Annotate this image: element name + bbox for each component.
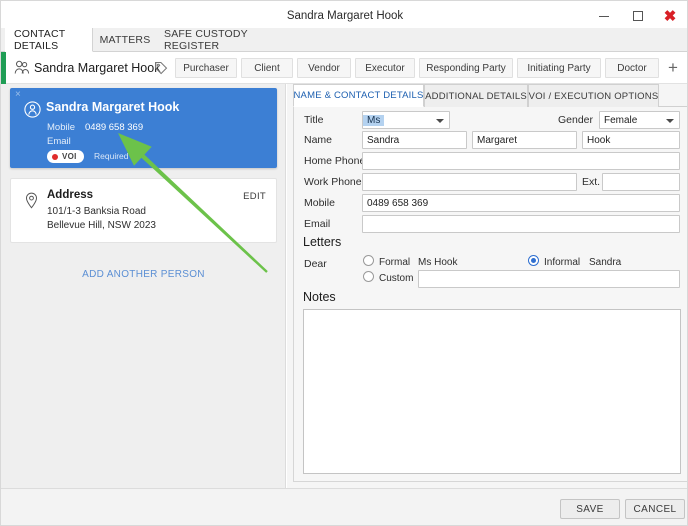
person-card-close-icon[interactable]: × bbox=[15, 90, 21, 100]
middle-name-input[interactable] bbox=[472, 131, 577, 149]
role-button-purchaser[interactable]: Purchaser bbox=[175, 58, 237, 78]
maximize-button[interactable] bbox=[621, 1, 655, 31]
person-card-name: Sandra Margaret Hook bbox=[46, 100, 179, 114]
main-tab-contact-details[interactable]: CONTACT DETAILS bbox=[5, 28, 93, 52]
contacts-icon bbox=[14, 60, 30, 80]
gender-label: Gender bbox=[558, 114, 593, 126]
main-tab-matters[interactable]: MATTERS bbox=[97, 28, 153, 52]
person-card[interactable]: × Sandra Margaret Hook Mobile 0489 658 3… bbox=[10, 88, 277, 168]
mobile-input[interactable] bbox=[362, 194, 680, 212]
title-select[interactable]: Ms bbox=[362, 111, 450, 129]
minimize-button[interactable] bbox=[587, 1, 621, 31]
role-button-initiating-party[interactable]: Initiating Party bbox=[517, 58, 601, 78]
custom-radio[interactable] bbox=[363, 271, 374, 282]
details-panel: NAME & CONTACT DETAILSADDITIONAL DETAILS… bbox=[287, 84, 688, 488]
informal-radio[interactable] bbox=[528, 255, 539, 266]
main-tab-strip: CONTACT DETAILSMATTERSSAFE CUSTODY REGIS… bbox=[1, 28, 688, 52]
details-tab-voi-execution-options[interactable]: VOI / EXECUTION OPTIONS bbox=[528, 84, 659, 107]
gender-select[interactable]: Female bbox=[599, 111, 680, 129]
footer-bar: SAVE CANCEL bbox=[1, 488, 688, 526]
dear-label: Dear bbox=[304, 258, 327, 270]
address-edit-button[interactable]: EDIT bbox=[243, 191, 266, 202]
close-icon: ✖ bbox=[664, 9, 677, 24]
letters-heading: Letters bbox=[303, 235, 341, 249]
accent-strip bbox=[1, 52, 6, 84]
home-phone-input[interactable] bbox=[362, 152, 680, 170]
address-line-1: 101/1-3 Banksia Road bbox=[47, 206, 146, 217]
save-button[interactable]: SAVE bbox=[560, 499, 620, 519]
gender-value: Female bbox=[600, 115, 641, 126]
role-button-doctor[interactable]: Doctor bbox=[605, 58, 659, 78]
title-value: Ms bbox=[363, 115, 384, 126]
role-button-client[interactable]: Client bbox=[241, 58, 293, 78]
work-phone-label: Work Phone bbox=[304, 176, 362, 188]
chevron-down-icon bbox=[436, 119, 444, 123]
informal-value: Sandra bbox=[589, 257, 621, 268]
cancel-button[interactable]: CANCEL bbox=[625, 499, 685, 519]
person-card-email-label: Email bbox=[47, 136, 71, 147]
custom-salutation-input[interactable] bbox=[418, 270, 680, 288]
voi-badge-label: VOI bbox=[62, 152, 77, 161]
role-button-vendor[interactable]: Vendor bbox=[297, 58, 351, 78]
formal-radio[interactable] bbox=[363, 255, 374, 266]
role-toolbar: Sandra Margaret Hook + PurchaserClientVe… bbox=[1, 52, 688, 84]
main-tab-safe-custody-register[interactable]: SAFE CUSTODY REGISTER bbox=[155, 28, 273, 52]
maximize-icon bbox=[633, 11, 643, 21]
voi-status-text: Required bbox=[94, 150, 129, 163]
contact-details-window: Sandra Margaret Hook ✖ CONTACT DETAILSMA… bbox=[0, 0, 688, 526]
people-sidebar: × Sandra Margaret Hook Mobile 0489 658 3… bbox=[1, 84, 286, 488]
informal-label: Informal bbox=[544, 257, 580, 268]
role-button-executor[interactable]: Executor bbox=[355, 58, 415, 78]
title-label: Title bbox=[304, 114, 323, 126]
mobile-label: Mobile bbox=[304, 197, 335, 209]
details-tab-additional-details[interactable]: ADDITIONAL DETAILS bbox=[424, 84, 528, 107]
formal-value: Ms Hook bbox=[418, 257, 457, 268]
work-phone-input[interactable] bbox=[362, 173, 577, 191]
person-card-mobile-value: 0489 658 369 bbox=[85, 122, 143, 133]
tag-icon[interactable] bbox=[154, 61, 168, 80]
title-bar: Sandra Margaret Hook ✖ bbox=[1, 1, 688, 31]
notes-textarea[interactable] bbox=[303, 309, 681, 474]
location-pin-icon bbox=[24, 192, 39, 214]
first-name-input[interactable] bbox=[362, 131, 467, 149]
address-card[interactable]: Address EDIT 101/1-3 Banksia Road Bellev… bbox=[10, 178, 277, 243]
custom-label: Custom bbox=[379, 273, 413, 284]
address-card-title: Address bbox=[47, 189, 93, 201]
email-input[interactable] bbox=[362, 215, 680, 233]
window-title: Sandra Margaret Hook bbox=[1, 1, 688, 31]
details-tab-name-contact-details[interactable]: NAME & CONTACT DETAILS bbox=[293, 84, 424, 107]
toolbar-person-name: Sandra Margaret Hook bbox=[34, 52, 160, 84]
avatar-icon bbox=[24, 101, 41, 123]
minimize-icon bbox=[599, 16, 609, 17]
add-role-button[interactable]: + bbox=[663, 58, 683, 78]
details-tab-strip: NAME & CONTACT DETAILSADDITIONAL DETAILS… bbox=[293, 84, 688, 107]
name-and-contact-form: Title Ms Gender Female Name Home Phone W… bbox=[293, 107, 688, 482]
voi-status-dot-icon bbox=[52, 154, 58, 160]
ext-label: Ext. bbox=[582, 176, 600, 188]
add-another-person-link[interactable]: ADD ANOTHER PERSON bbox=[1, 266, 286, 284]
address-line-2: Bellevue Hill, NSW 2023 bbox=[47, 220, 156, 231]
role-button-responding-party[interactable]: Responding Party bbox=[419, 58, 513, 78]
voi-badge[interactable]: VOI bbox=[47, 150, 84, 163]
notes-heading: Notes bbox=[303, 290, 336, 304]
close-button[interactable]: ✖ bbox=[653, 1, 687, 31]
email-label: Email bbox=[304, 218, 330, 230]
name-label: Name bbox=[304, 134, 332, 146]
ext-input[interactable] bbox=[602, 173, 680, 191]
last-name-input[interactable] bbox=[582, 131, 680, 149]
home-phone-label: Home Phone bbox=[304, 155, 365, 167]
formal-label: Formal bbox=[379, 257, 410, 268]
person-card-mobile-label: Mobile bbox=[47, 122, 75, 133]
chevron-down-icon bbox=[666, 119, 674, 123]
